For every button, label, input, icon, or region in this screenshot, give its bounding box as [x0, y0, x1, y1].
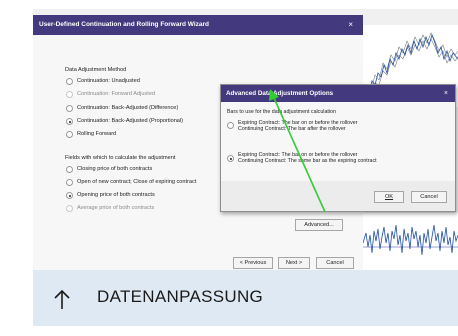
feature-card: User-Defined Continuation and Rolling Fo…: [33, 9, 458, 326]
annotation-arrow: [269, 89, 326, 213]
arrow-up-icon: [54, 289, 70, 309]
caption-bar[interactable]: DATENANPASSUNG: [33, 270, 458, 326]
caption-title: DATENANPASSUNG: [97, 287, 264, 306]
screenshot: User-Defined Continuation and Rolling Fo…: [33, 9, 458, 270]
